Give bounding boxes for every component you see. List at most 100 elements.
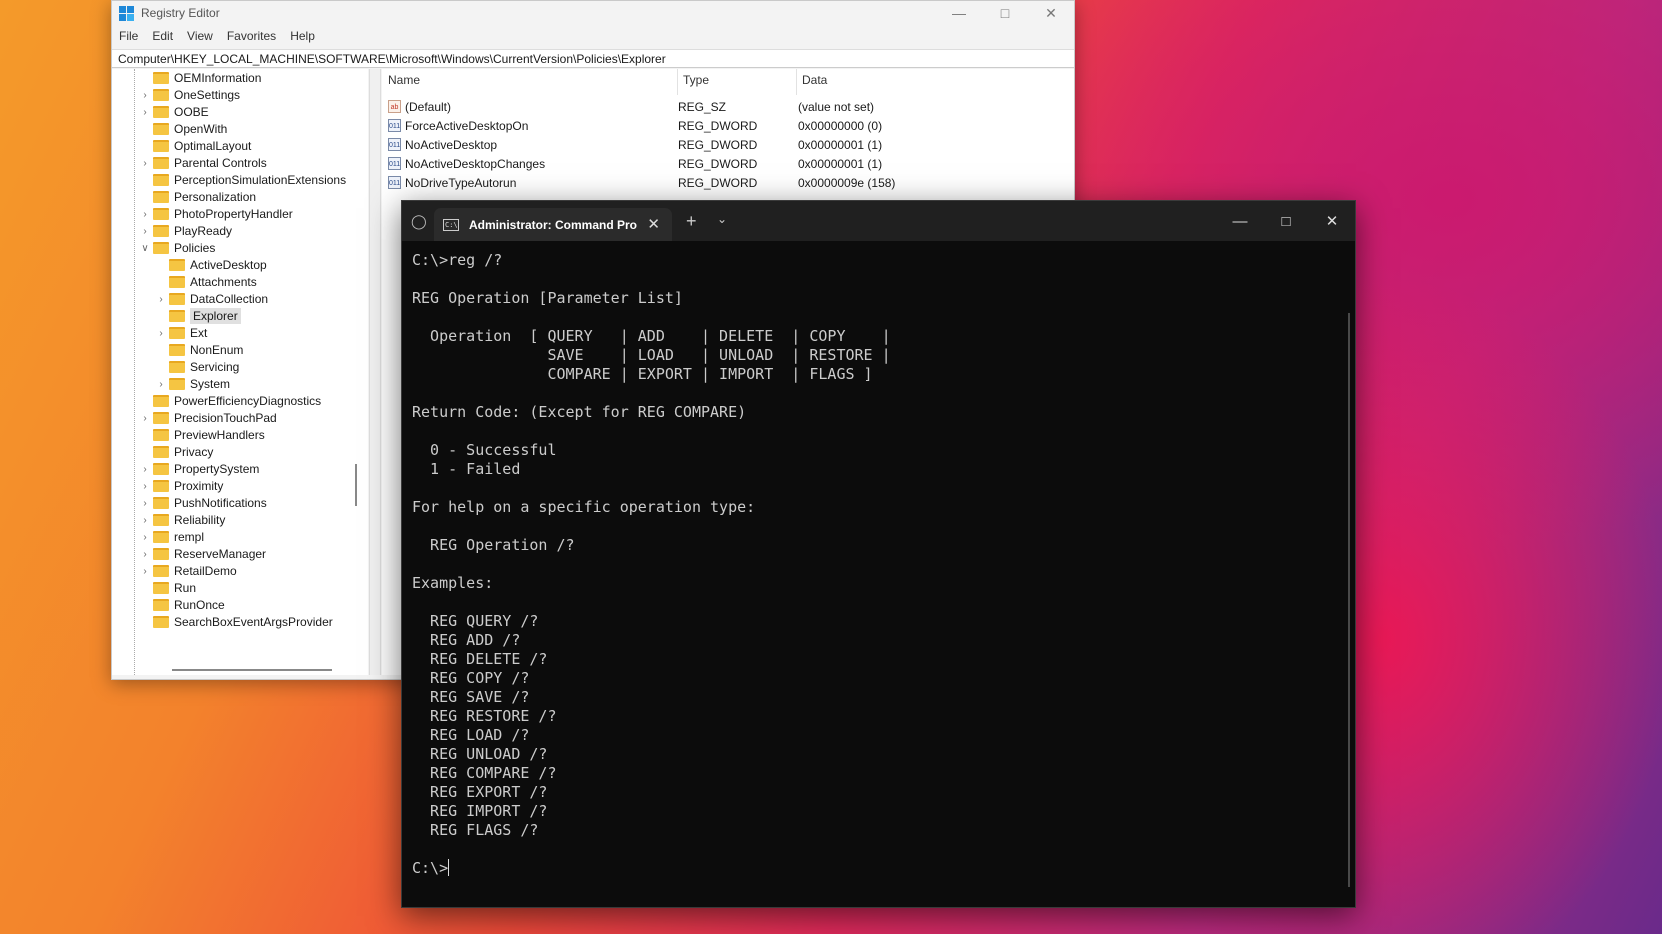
- chevron-right-icon[interactable]: ›: [139, 481, 151, 492]
- tree-item[interactable]: Explorer: [155, 307, 241, 325]
- menu-edit[interactable]: Edit: [145, 27, 180, 47]
- maximize-button[interactable]: □: [1263, 201, 1309, 241]
- menu-favorites[interactable]: Favorites: [220, 27, 283, 47]
- chevron-right-icon[interactable]: ›: [139, 158, 151, 169]
- tree-horizontal-scrollbar[interactable]: [172, 669, 332, 671]
- title-bar[interactable]: Registry Editor — □ ✕: [112, 1, 1074, 25]
- menu-view[interactable]: View: [180, 27, 220, 47]
- tree-item[interactable]: PerceptionSimulationExtensions: [139, 171, 346, 189]
- tree-item[interactable]: OEMInformation: [139, 69, 261, 87]
- pane-splitter[interactable]: [369, 69, 381, 675]
- chevron-down-icon[interactable]: ∨: [139, 243, 151, 254]
- tree-item[interactable]: Privacy: [139, 443, 213, 461]
- close-tab-icon[interactable]: ✕: [647, 215, 660, 233]
- chevron-down-icon[interactable]: ⌄: [717, 212, 727, 226]
- chevron-right-icon[interactable]: ›: [139, 90, 151, 101]
- tree-item[interactable]: › System: [155, 375, 230, 393]
- tree-item[interactable]: › Reliability: [139, 511, 225, 529]
- value-row[interactable]: 011 ForceActiveDesktopOn REG_DWORD 0x000000…: [388, 116, 1028, 135]
- tree-item[interactable]: OptimalLayout: [139, 137, 251, 155]
- tree-item[interactable]: › Ext: [155, 324, 207, 342]
- chevron-right-icon[interactable]: ›: [139, 209, 151, 220]
- maximize-button[interactable]: □: [982, 1, 1028, 25]
- terminal-output[interactable]: C:\>reg /? REG Operation [Parameter List]…: [412, 251, 891, 878]
- tree-item[interactable]: › Parental Controls: [139, 154, 266, 172]
- tree-item[interactable]: › PrecisionTouchPad: [139, 409, 276, 427]
- chevron-right-icon[interactable]: ›: [155, 379, 167, 390]
- tree-item[interactable]: PreviewHandlers: [139, 426, 265, 444]
- tree-item[interactable]: › Proximity: [139, 477, 223, 495]
- tree-item-label: SearchBoxEventArgsProvider: [174, 615, 333, 629]
- chevron-right-icon[interactable]: ›: [139, 107, 151, 118]
- tree-item[interactable]: Attachments: [155, 273, 257, 291]
- terminal-tab[interactable]: C:\ Administrator: Command Pro ✕: [434, 208, 672, 241]
- tree-item[interactable]: OpenWith: [139, 120, 227, 138]
- chevron-right-icon[interactable]: ›: [139, 464, 151, 475]
- menu-help[interactable]: Help: [283, 27, 322, 47]
- folder-icon: [153, 157, 169, 169]
- folder-icon: [153, 616, 169, 628]
- tree-item[interactable]: ∨ Policies: [139, 239, 215, 257]
- chevron-right-icon[interactable]: ›: [139, 226, 151, 237]
- value-type: REG_DWORD: [678, 137, 758, 152]
- terminal-scrollbar[interactable]: [1348, 313, 1350, 887]
- tree-item[interactable]: › PhotoPropertyHandler: [139, 205, 292, 223]
- tree-item[interactable]: › OneSettings: [139, 86, 240, 104]
- chevron-right-icon[interactable]: ›: [155, 328, 167, 339]
- column-header-name[interactable]: Name: [388, 73, 420, 93]
- chevron-right-icon[interactable]: ›: [139, 498, 151, 509]
- value-name-cell: ab (Default): [388, 100, 678, 114]
- new-tab-button[interactable]: +: [686, 211, 697, 232]
- chevron-right-icon[interactable]: ›: [139, 549, 151, 560]
- folder-icon: [169, 276, 185, 288]
- tree-item[interactable]: ActiveDesktop: [155, 256, 267, 274]
- tree-vertical-scrollbar[interactable]: [355, 464, 357, 506]
- terminal-line: REG LOAD /?: [412, 726, 530, 744]
- tree-item[interactable]: › PropertySystem: [139, 460, 259, 478]
- command-prompt-line[interactable]: C:\>: [412, 859, 891, 878]
- tree-item[interactable]: Run: [139, 579, 196, 597]
- close-button[interactable]: ✕: [1309, 201, 1355, 241]
- tree-item[interactable]: RunOnce: [139, 596, 225, 614]
- folder-icon: [153, 395, 169, 407]
- tree-item[interactable]: › rempl: [139, 528, 204, 546]
- value-row[interactable]: ab (Default) REG_SZ (value not set): [388, 97, 1028, 116]
- close-button[interactable]: ✕: [1028, 1, 1074, 25]
- tree-item[interactable]: Personalization: [139, 188, 256, 206]
- chevron-right-icon[interactable]: ›: [139, 566, 151, 577]
- menu-file[interactable]: File: [112, 27, 145, 47]
- terminal-line: REG EXPORT /?: [412, 783, 548, 801]
- value-row[interactable]: 011 NoActiveDesktopChanges REG_DWORD 0x0000…: [388, 154, 1028, 173]
- chevron-right-icon[interactable]: ›: [139, 532, 151, 543]
- chevron-right-icon[interactable]: ›: [139, 413, 151, 424]
- tree-item[interactable]: NonEnum: [155, 341, 243, 359]
- terminal-line: REG Operation /?: [412, 536, 575, 554]
- tree-item[interactable]: › PlayReady: [139, 222, 232, 240]
- chevron-right-icon[interactable]: ›: [155, 294, 167, 305]
- tree-item[interactable]: › RetailDemo: [139, 562, 236, 580]
- tree-item[interactable]: PowerEfficiencyDiagnostics: [139, 392, 321, 410]
- column-header-data[interactable]: Data: [802, 73, 827, 93]
- tree-item[interactable]: SearchBoxEventArgsProvider: [139, 613, 333, 631]
- key-tree-pane[interactable]: OEMInformation › OneSettings › OOBE OpenWith O…: [112, 69, 368, 675]
- registry-editor-icon: [119, 5, 134, 21]
- column-divider[interactable]: [677, 69, 678, 95]
- folder-icon: [153, 106, 169, 118]
- tree-item-label: System: [190, 377, 231, 391]
- chevron-right-icon[interactable]: ›: [139, 515, 151, 526]
- tree-item[interactable]: › DataCollection: [155, 290, 268, 308]
- minimize-button[interactable]: —: [936, 1, 982, 25]
- column-divider[interactable]: [796, 69, 797, 95]
- tree-item[interactable]: Servicing: [155, 358, 239, 376]
- minimize-button[interactable]: —: [1217, 201, 1263, 241]
- column-header-type[interactable]: Type: [683, 73, 709, 93]
- value-name: (Default): [405, 99, 452, 114]
- tree-item[interactable]: › OOBE: [139, 103, 208, 121]
- value-row[interactable]: 011 NoDriveTypeAutorun REG_DWORD 0x0000009e…: [388, 173, 1028, 192]
- terminal-title-bar[interactable]: ◯ C:\ Administrator: Command Pro ✕ + ⌄ —…: [402, 201, 1355, 241]
- value-row[interactable]: 011 NoActiveDesktop REG_DWORD 0x00000001 (1…: [388, 135, 1028, 154]
- tree-item[interactable]: › PushNotifications: [139, 494, 266, 512]
- tree-item[interactable]: › ReserveManager: [139, 545, 266, 563]
- address-bar[interactable]: Computer\HKEY_LOCAL_MACHINE\SOFTWARE\Mic…: [112, 49, 1074, 68]
